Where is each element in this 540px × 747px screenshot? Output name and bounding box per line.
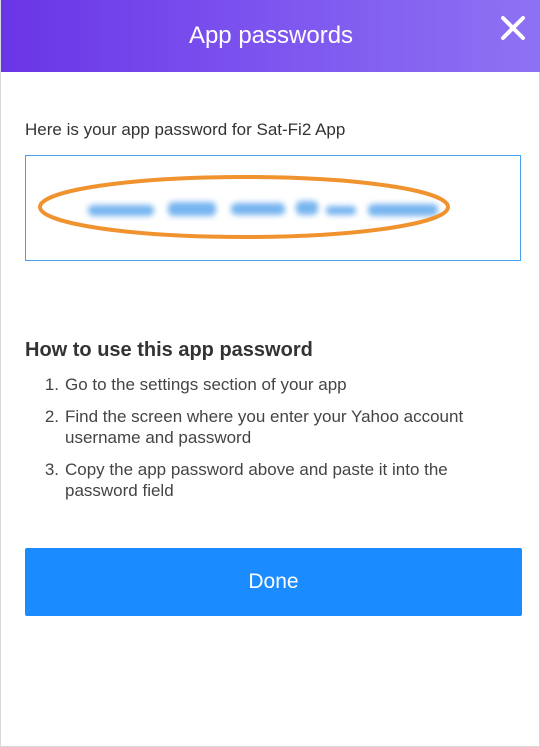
step-number: 2. xyxy=(44,407,59,426)
instructions-list: 1. Go to the settings section of your ap… xyxy=(25,374,505,512)
close-button[interactable] xyxy=(499,14,527,42)
close-icon xyxy=(501,16,525,40)
app-password-field[interactable] xyxy=(25,155,521,261)
step-text: Copy the app password above and paste it… xyxy=(65,460,448,500)
done-button[interactable]: Done xyxy=(25,548,522,616)
app-passwords-dialog: App passwords Here is your app password … xyxy=(0,0,540,747)
step-text: Find the screen where you enter your Yah… xyxy=(65,407,464,447)
dialog-title: App passwords xyxy=(188,22,354,49)
step-number: 3. xyxy=(44,460,59,479)
instruction-step: 3. Copy the app password above and paste… xyxy=(25,459,505,501)
password-intro-text: Here is your app password for Sat-Fi2 Ap… xyxy=(25,120,346,139)
redacted-password xyxy=(38,175,450,239)
step-number: 1. xyxy=(44,375,59,394)
step-text: Go to the settings section of your app xyxy=(65,375,347,394)
instruction-step: 1. Go to the settings section of your ap… xyxy=(25,374,505,395)
howto-heading: How to use this app password xyxy=(25,339,313,361)
instruction-step: 2. Find the screen where you enter your … xyxy=(25,406,505,448)
dialog-header: App passwords xyxy=(1,0,540,72)
